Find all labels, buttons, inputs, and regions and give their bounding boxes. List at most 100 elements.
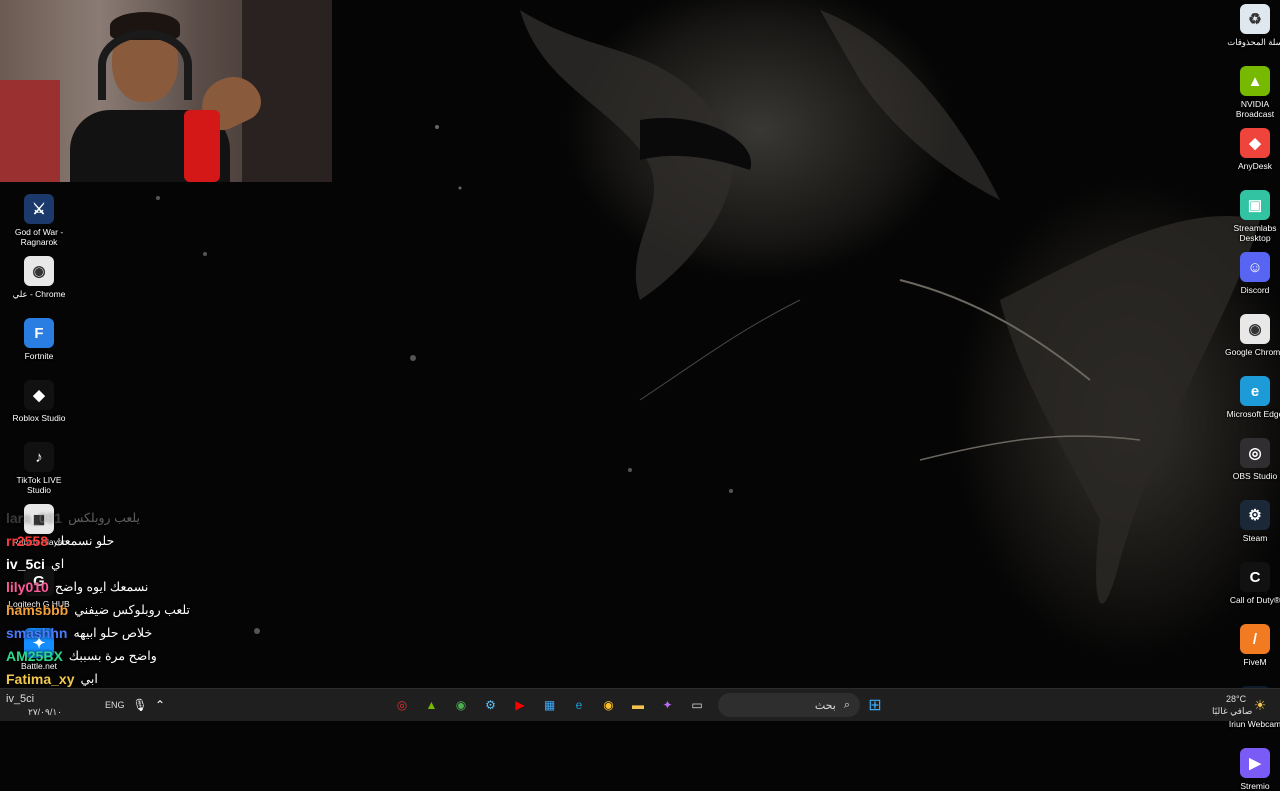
chrome-taskbar-icon[interactable]: ◉ (449, 693, 473, 717)
desktop-shortcut[interactable]: ◆ Roblox Studio (7, 380, 71, 423)
chat-username: lara_001 (6, 509, 63, 526)
webcam-couch (0, 80, 60, 182)
desktop-shortcut[interactable]: ▶ Stremio (1223, 748, 1280, 791)
desktop-shortcut-label: Steam (1242, 533, 1268, 543)
chat-message: Fatima_xy ابي (6, 667, 306, 690)
desktop-shortcut-label: Microsoft Edge (1226, 409, 1280, 419)
desktop-shortcut-label: Streamlabs Desktop (1233, 223, 1277, 243)
microphone (184, 110, 220, 182)
steam-taskbar-icon[interactable]: ⚙ (479, 693, 503, 717)
streamlabs-icon: ▣ (1240, 190, 1270, 220)
edge-icon: e (1240, 376, 1270, 406)
desktop-shortcut-label: Call of Duty® (1229, 595, 1280, 605)
recycle-bin-icon: ♻ (1240, 4, 1270, 34)
chat-text: اي (50, 557, 65, 571)
copilot-taskbar-icon[interactable]: ✦ (656, 693, 680, 717)
desktop-shortcut-label: NVIDIA Broadcast (1235, 99, 1275, 119)
desktop-shortcut[interactable]: ◎ OBS Studio (1223, 438, 1280, 481)
headset (98, 30, 192, 100)
desktop-shortcut-label: TikTok LIVE Studio (16, 475, 62, 495)
desktop-shortcut-label: AnyDesk (1237, 161, 1272, 171)
chat-username: rr2558 (6, 532, 49, 549)
desktop-shortcut[interactable]: ◆ AnyDesk (1223, 128, 1280, 171)
obs-taskbar-icon[interactable]: ◎ (390, 693, 414, 717)
chrome2-taskbar-icon[interactable]: ◉ (597, 693, 621, 717)
fivem-icon: / (1240, 624, 1270, 654)
chevron-up-icon[interactable]: ⌃ (148, 693, 172, 717)
desktop-shortcut-label: God of War - Ragnarok (14, 227, 64, 247)
explorer-taskbar-icon[interactable]: ▬ (626, 693, 650, 717)
weather-desc: صافي غالبًا (1212, 706, 1253, 716)
desktop-shortcut[interactable]: e Microsoft Edge (1223, 376, 1280, 419)
taskbar: iv_5ci ٢٧/٠٩/١٠ ENG 🎙 ⌃ ◎ ▲ ◉ ⚙ ▶ ▦ e ◉ ▬ ✦ ▭ بحث … (0, 688, 1280, 721)
taskview-taskbar-icon[interactable]: ▭ (685, 693, 709, 717)
desktop-shortcut-label: علي - Chrome (12, 289, 66, 299)
chat-username: Fatima_xy (6, 670, 75, 687)
language-indicator[interactable]: ENG (105, 700, 125, 710)
weather-icon[interactable]: ☀ (1248, 693, 1272, 717)
god-of-war-icon: ⚔ (24, 194, 54, 224)
tiktok-icon: ♪ (24, 442, 54, 472)
desktop-shortcut-label: Discord (1240, 285, 1270, 295)
start-button[interactable]: ⊞ (863, 693, 887, 717)
chat-text: نسمعك ايوه واضح (54, 580, 149, 594)
desktop-shortcut[interactable]: ⚔ God of War - Ragnarok (7, 194, 71, 247)
chat-message: lily010 نسمعك ايوه واضح (6, 575, 306, 598)
chat-message: AM25BX واضح مرة بسببك (6, 644, 306, 667)
weather-temp: 28°C (1226, 694, 1247, 704)
chat-message: hamsbbb تلعب روبلوكس ضيفني (6, 598, 306, 621)
chat-text: ابي (80, 672, 98, 686)
desktop-shortcut[interactable]: ▣ Streamlabs Desktop (1223, 190, 1280, 243)
desktop-shortcut-label: سلة المحذوفات (1227, 37, 1280, 47)
steam-icon: ⚙ (1240, 500, 1270, 530)
chat-text: خلاص حلو ابيهه (73, 626, 153, 640)
desktop-shortcut[interactable]: F Fortnite (7, 318, 71, 361)
search-icon: ⌕ (843, 698, 850, 711)
obs-icon: ◎ (1240, 438, 1270, 468)
chat-text: تلعب روبلوكس ضيفني (74, 603, 191, 617)
search-box[interactable]: بحث ⌕ (718, 693, 860, 717)
chat-username: smashhn (6, 624, 68, 641)
store-taskbar-icon[interactable]: ▦ (538, 693, 562, 717)
nvidia-taskbar-icon[interactable]: ▲ (420, 693, 444, 717)
chat-message: lara_001 يلعب روبلكس (6, 506, 306, 529)
stremio-icon: ▶ (1240, 748, 1270, 778)
desktop-shortcut[interactable]: ▲ NVIDIA Broadcast (1223, 66, 1280, 119)
chrome-icon: ◉ (1240, 314, 1270, 344)
desktop-shortcut[interactable]: ☺ Discord (1223, 252, 1280, 295)
desktop-shortcut[interactable]: ◉ علي - Chrome (7, 256, 71, 299)
search-placeholder: بحث (814, 699, 836, 712)
chat-message: rr2558 حلو نسمعك (6, 529, 306, 552)
anydesk-icon: ◆ (1240, 128, 1270, 158)
desktop-shortcut-label: Roblox Studio (12, 413, 66, 423)
chat-username: lily010 (6, 578, 49, 595)
desktop-shortcut-label: FiveM (1243, 657, 1267, 667)
call-of-duty-icon: C (1240, 562, 1270, 592)
stream-chat-overlay: lara_001 يلعب روبلكس rr2558 حلو نسمعك iv_5ci… (6, 506, 306, 713)
desktop-shortcut-label: Google Chrome (1224, 347, 1280, 357)
desktop-shortcut[interactable]: C Call of Duty® (1223, 562, 1280, 605)
desktop-shortcut[interactable]: ♻ سلة المحذوفات (1223, 4, 1280, 47)
youtube-taskbar-icon[interactable]: ▶ (508, 693, 532, 717)
chat-username: hamsbbb (6, 601, 69, 618)
fortnite-icon: F (24, 318, 54, 348)
chat-text: حلو نسمعك (54, 534, 115, 548)
desktop-shortcut[interactable]: ◉ Google Chrome (1223, 314, 1280, 357)
chat-text: واضح مرة بسببك (68, 649, 157, 663)
chat-text: يلعب روبلكس (68, 511, 140, 525)
chat-message: smashhn خلاص حلو ابيهه (6, 621, 306, 644)
desktop-shortcut[interactable]: ♪ TikTok LIVE Studio (7, 442, 71, 495)
discord-icon: ☺ (1240, 252, 1270, 282)
tray-date: ٢٧/٠٩/١٠ (28, 707, 63, 717)
tray-user: iv_5ci (6, 693, 35, 705)
desktop-shortcut[interactable]: ⚙ Steam (1223, 500, 1280, 543)
desktop-shortcut-label: Stremio (1240, 781, 1270, 791)
chat-username: iv_5ci (6, 555, 45, 572)
chat-username: AM25BX (6, 647, 63, 664)
desktop-shortcut-label: OBS Studio (1232, 471, 1278, 481)
nvidia-icon: ▲ (1240, 66, 1270, 96)
desktop-shortcut[interactable]: / FiveM (1223, 624, 1280, 667)
roblox-studio-icon: ◆ (24, 380, 54, 410)
chrome-icon: ◉ (24, 256, 54, 286)
edge-taskbar-icon[interactable]: e (567, 693, 591, 717)
